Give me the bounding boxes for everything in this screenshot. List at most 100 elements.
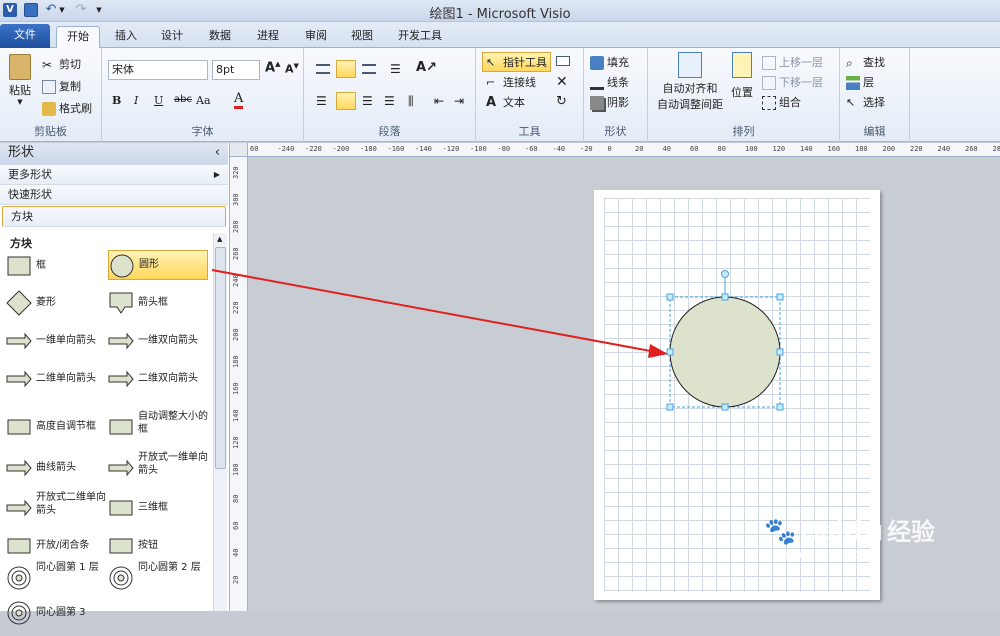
paste-label: 粘贴 [4,82,36,98]
tab-view[interactable]: 视图 [342,26,382,48]
align-right-icon[interactable]: ☰ [362,94,373,108]
copy-icon [42,80,56,94]
line-icon [590,76,604,90]
shape-item-6[interactable]: 一维双向箭头 [108,328,208,364]
layers-button[interactable]: 层 [846,74,874,90]
shadow-button[interactable]: 阴影 [590,94,629,110]
rotate-tool-icon[interactable]: ↻ [556,94,567,109]
tab-review[interactable]: 审阅 [296,26,336,48]
align-left-icon[interactable]: ☰ [316,94,327,108]
bring-forward-button[interactable]: 上移一层 [762,54,823,70]
h-ruler-tick: 200 [883,145,896,153]
expand-arrow-icon: ▶ [214,165,220,185]
shape-item-2[interactable]: 圆形 [108,250,208,280]
shape-item-9[interactable]: 高度自调节框 [6,414,106,450]
rectangle-tool-icon[interactable] [556,56,570,66]
shape-item-11[interactable]: 曲线箭头 [6,455,106,491]
shape-item-13[interactable]: 开放式二维单向箭头 [6,495,106,531]
justify-icon[interactable]: ☰ [384,94,395,108]
one-d-arrow-icon [6,328,32,354]
bold-button[interactable]: B [112,94,121,107]
shape-item-14[interactable]: 三维框 [108,495,208,531]
v-ruler-tick: 20 [232,576,240,584]
text-tool-button[interactable]: A文本 [486,94,525,110]
decrease-indent-icon[interactable]: ⇤ [434,94,444,108]
shapes-pane: 形状 ‹ 更多形状 ▶ 快速形状 方块 方块 框圆形菱形箭头框一维单向箭头一维双… [0,143,230,611]
shape-item-8[interactable]: 二维双向箭头 [108,366,208,402]
find-button[interactable]: ⌕查找 [846,54,885,70]
auto-align-button[interactable]: 自动对齐和 自动调整间距 [652,52,728,112]
more-shapes-item[interactable]: 更多形状 ▶ [0,165,228,185]
close-tool-icon[interactable]: ✕ [556,74,568,90]
collapse-pane-icon[interactable]: ‹ [215,143,220,163]
tab-home[interactable]: 开始 [56,26,100,49]
h-ruler-tick: -120 [443,145,460,153]
fill-button[interactable]: 填充 [590,54,629,70]
shapes-scrollbar[interactable]: ▲ [213,233,227,611]
shape-item-17[interactable]: 同心圆第 1 层 [6,565,106,601]
v-ruler-tick: 140 [232,409,240,422]
align-middle-icon[interactable] [336,60,356,78]
change-case-button[interactable]: Aa [196,94,211,107]
shape-item-label: 开放式二维单向箭头 [36,491,106,517]
connector-button[interactable]: ⌐连接线 [486,74,536,90]
tab-insert[interactable]: 插入 [106,26,146,48]
select-button[interactable]: ↖选择 [846,94,885,110]
pointer-icon: ↖ [486,56,500,70]
shape-item-19[interactable]: 同心圆第 3 [6,600,106,636]
v-ruler-tick: 100 [232,463,240,476]
align-center-icon[interactable] [336,92,356,110]
shape-item-10[interactable]: 自动调整大小的框 [108,414,208,450]
align-top-icon[interactable] [316,64,330,74]
h-ruler-tick: 280 [993,145,1000,153]
stencil-blocks-item[interactable]: 方块 [2,206,226,227]
quick-shapes-item[interactable]: 快速形状 [0,185,228,205]
pointer-tool-button[interactable]: ↖指针工具 [482,52,551,72]
cut-button[interactable]: ✂剪切 [42,56,81,72]
scroll-up-icon[interactable]: ▲ [217,235,222,243]
shape-item-7[interactable]: 二维单向箭头 [6,366,106,402]
increase-indent-icon[interactable]: ⇥ [454,94,464,108]
tab-file[interactable]: 文件 [0,24,50,48]
tab-data[interactable]: 数据 [200,26,240,48]
distribute-icon[interactable]: ⫼ [408,94,414,109]
italic-button[interactable]: I [134,94,138,107]
h-ruler-tick: 180 [855,145,868,153]
align-bottom-icon[interactable] [362,64,376,74]
shrink-font-icon[interactable]: A▼ [285,62,299,76]
shape-item-12[interactable]: 开放式一维单向箭头 [108,455,208,491]
shape-item-label: 开放/闭合条 [36,539,89,552]
shape-item-3[interactable]: 菱形 [6,290,106,326]
font-size-field[interactable]: 8pt [212,60,260,80]
send-backward-button[interactable]: 下移一层 [762,74,823,90]
tab-developer[interactable]: 开发工具 [392,26,448,48]
grow-font-icon[interactable]: A▲ [265,60,280,75]
tab-design[interactable]: 设计 [152,26,192,48]
underline-button[interactable]: U [154,94,163,107]
bullets-icon[interactable]: ☰ [390,62,401,76]
copy-button[interactable]: 复制 [42,78,81,94]
h-ruler-tick: 60 [690,145,698,153]
shape-item-5[interactable]: 一维单向箭头 [6,328,106,364]
title-bar: V ↶ ▼ ↷ ▼ 绘图1 - Microsoft Visio [0,0,1000,22]
tab-process[interactable]: 进程 [248,26,288,48]
shape-item-1[interactable]: 框 [6,253,106,289]
drawing-canvas[interactable]: 🐾 Baidu 经验 jingyan.baidu.com [248,157,1000,611]
shape-item-4[interactable]: 箭头框 [108,290,208,326]
horizontal-ruler: 60-240-220-200-180-160-140-120-100-80-60… [248,143,1000,157]
font-color-button[interactable]: A [234,92,243,109]
strikethrough-button[interactable]: abc [174,94,192,105]
paste-button[interactable]: 粘贴 ▼ [4,52,36,104]
font-name-field[interactable]: 宋体 [108,60,208,80]
arrange-group: 自动对齐和 自动调整间距 位置 上移一层 下移一层 组合 排列 [648,48,840,142]
shape-item-label: 自动调整大小的框 [138,410,208,436]
line-button[interactable]: 线条 [590,74,629,90]
text-icon: A [486,96,500,110]
format-painter-button[interactable]: 格式刷 [42,100,92,116]
position-button[interactable]: 位置 [728,52,756,100]
scroll-thumb[interactable] [215,247,226,469]
shape-item-18[interactable]: 同心圆第 2 层 [108,565,208,601]
h-ruler-tick: 240 [938,145,951,153]
text-direction-icon[interactable]: A↗ [416,60,437,75]
group-button[interactable]: 组合 [762,94,801,110]
